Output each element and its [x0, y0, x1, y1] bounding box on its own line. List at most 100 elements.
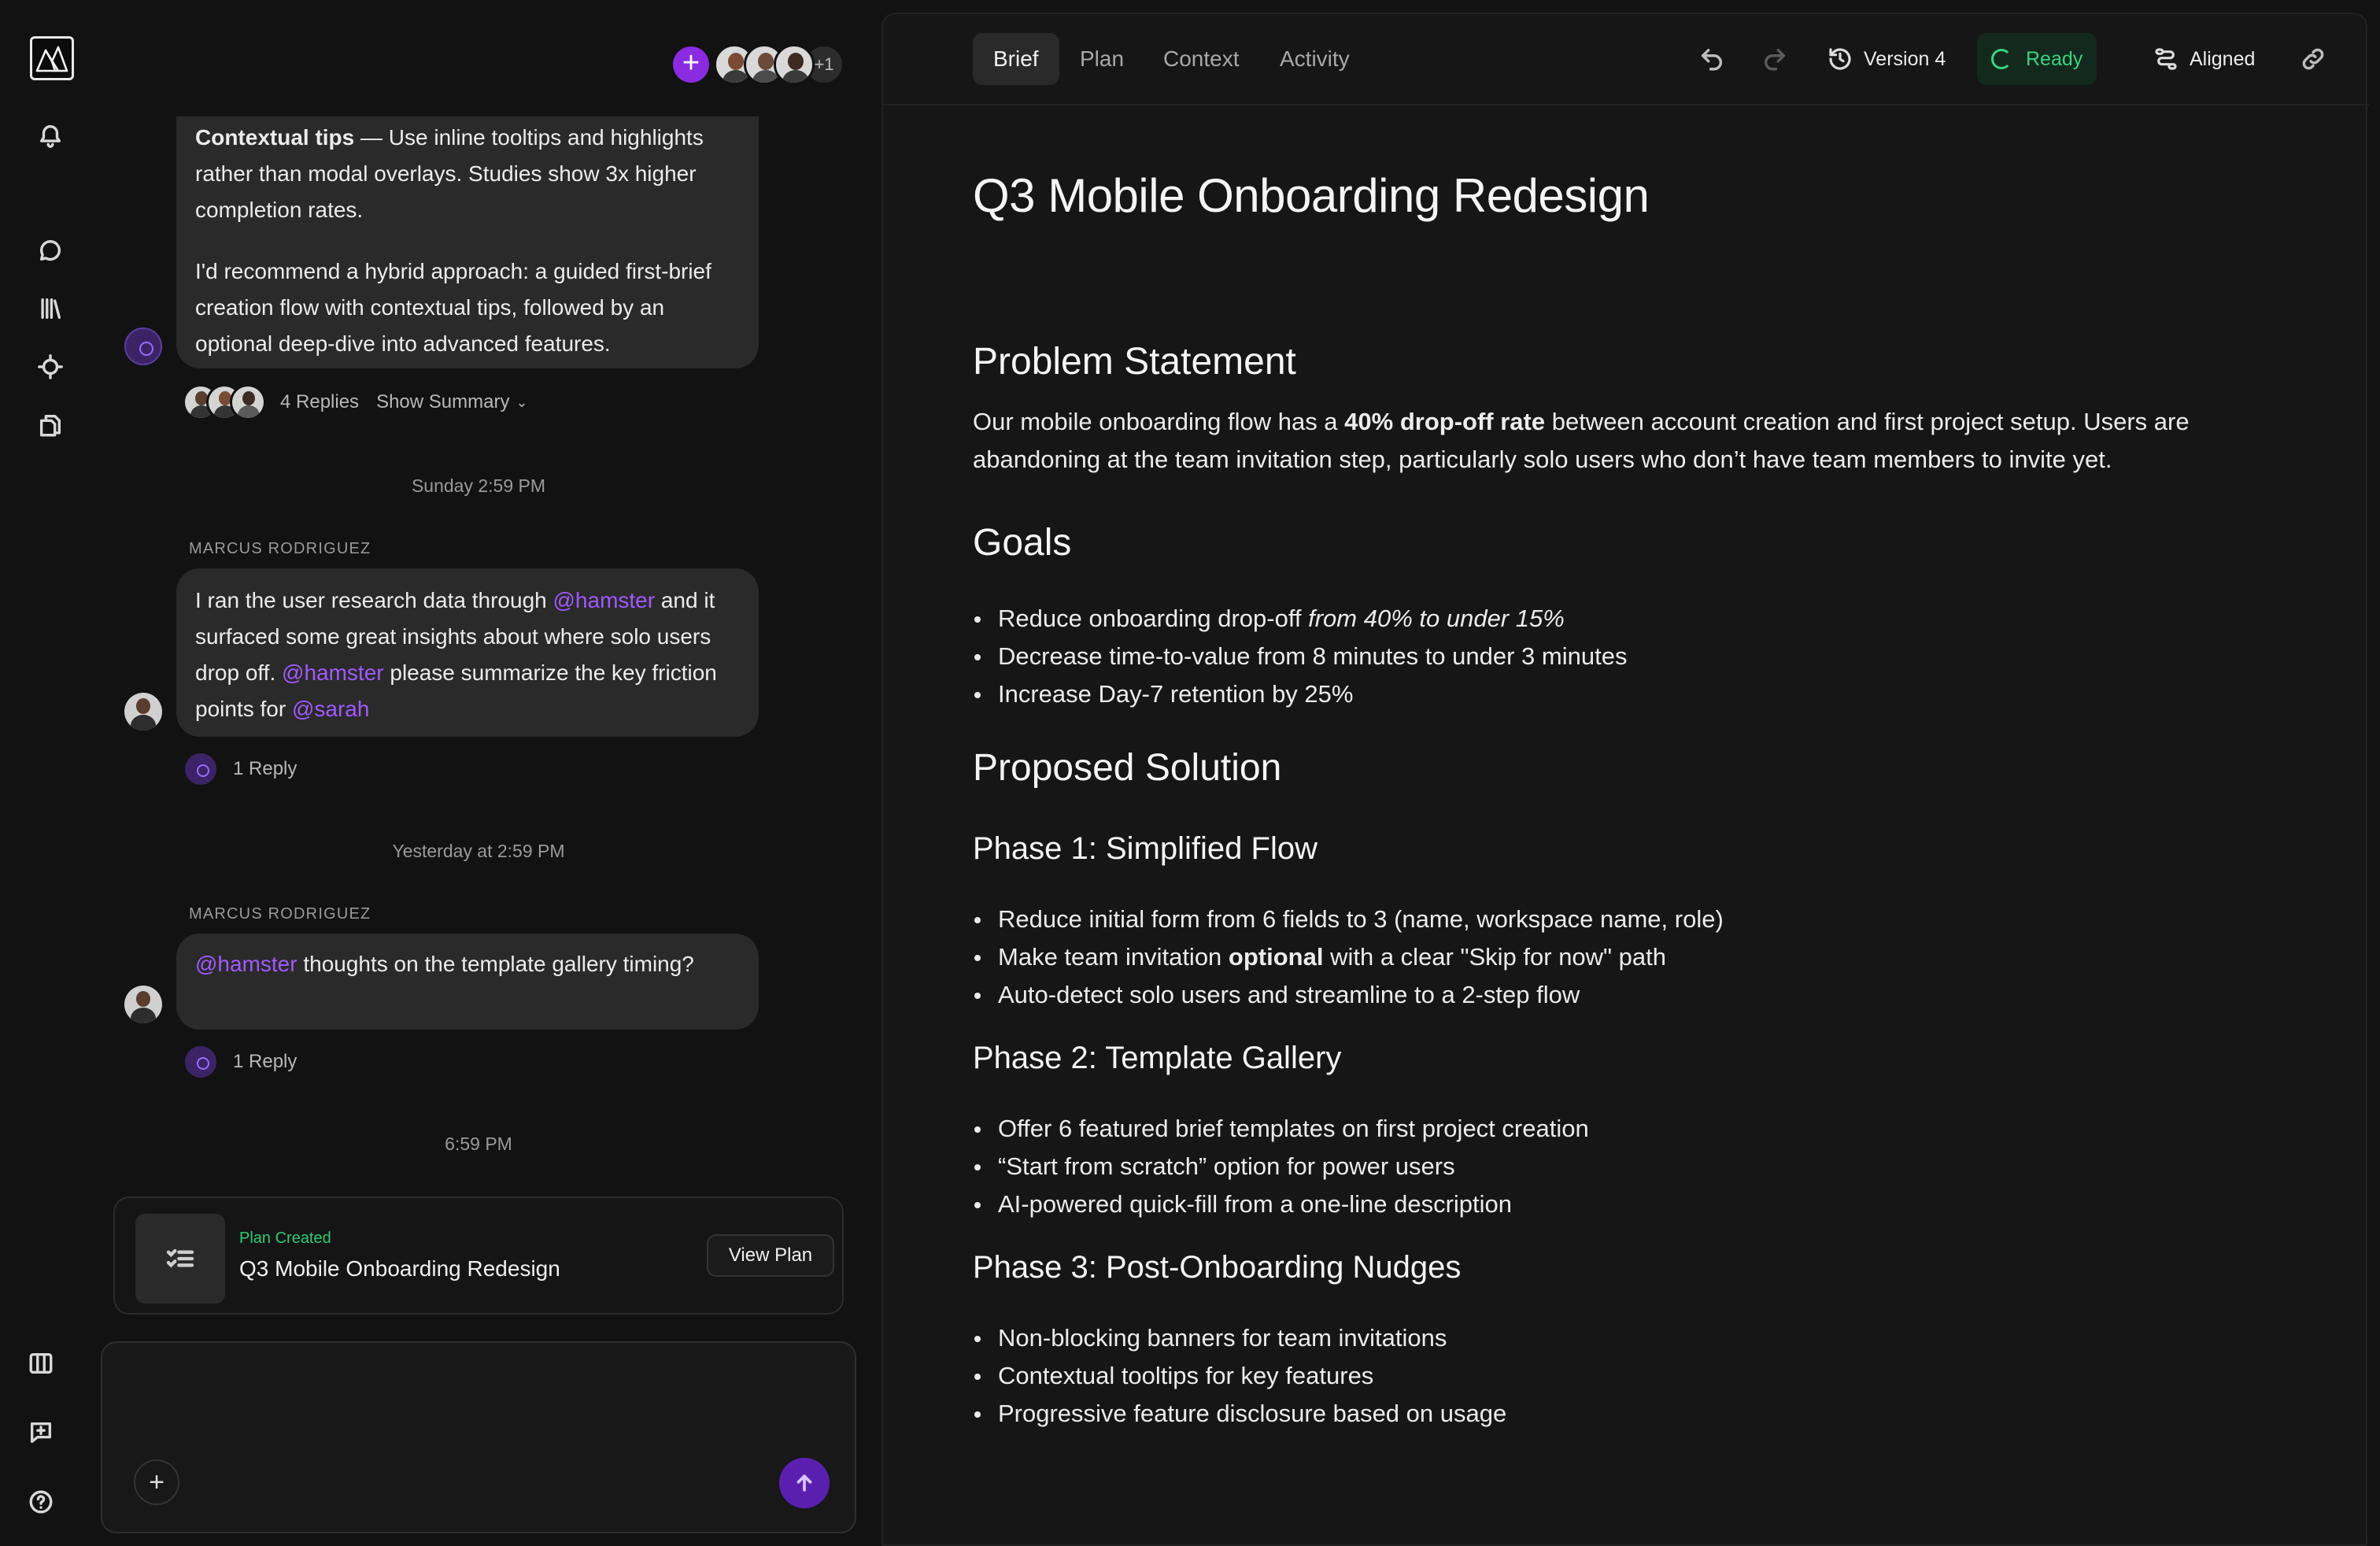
- link-icon[interactable]: [2298, 44, 2328, 74]
- redo-icon[interactable]: [1760, 44, 1790, 74]
- feedback-icon[interactable]: [22, 1414, 60, 1452]
- tab-brief[interactable]: Brief: [973, 33, 1059, 85]
- list-item: Decrease time-to-value from 8 minutes to…: [973, 638, 1627, 675]
- list-item: Non-blocking banners for team invitation…: [973, 1319, 1506, 1357]
- date-divider: 6:59 PM: [445, 1134, 512, 1154]
- section-heading-solution: Proposed Solution: [973, 747, 1282, 789]
- text-run: with a clear "Skip for now" path: [1323, 943, 1667, 971]
- tip-title: Contextual tips: [195, 125, 355, 150]
- collaborator-avatar[interactable]: [774, 44, 815, 85]
- ai-message-bubble: Contextual tips — Use inline tooltips an…: [176, 117, 759, 368]
- phase-1-heading: Phase 1: Simplified Flow: [973, 831, 1318, 866]
- list-item: “Start from scratch” option for power us…: [973, 1148, 1589, 1185]
- phase-3-heading: Phase 3: Post-Onboarding Nudges: [973, 1250, 1462, 1285]
- date-divider: Yesterday at 2:59 PM: [392, 841, 565, 861]
- goals-list: Reduce onboarding drop-off from 40% to u…: [973, 600, 1627, 713]
- problem-statement-text: Our mobile onboarding flow has a 40% dro…: [973, 403, 2311, 479]
- message-text: I ran the user research data through @ha…: [195, 583, 740, 727]
- bell-icon[interactable]: [31, 117, 69, 154]
- undo-icon[interactable]: [1697, 44, 1727, 74]
- mention-hamster[interactable]: @hamster: [282, 660, 384, 685]
- message-composer[interactable]: +: [101, 1341, 856, 1533]
- version-history-button[interactable]: Version 4: [1813, 33, 1960, 85]
- text-run: Make team invitation: [998, 943, 1229, 971]
- status-label: Ready: [2026, 47, 2083, 70]
- user-message-bubble: I ran the user research data through @ha…: [176, 568, 759, 737]
- hamster-ai-avatar: [183, 1044, 219, 1080]
- show-summary-button[interactable]: Show Summary ⌄: [376, 391, 527, 413]
- section-heading-goals: Goals: [973, 522, 1072, 564]
- thread-replies[interactable]: 1 Reply: [183, 1044, 297, 1080]
- columns-icon[interactable]: [22, 1344, 60, 1382]
- chat-bubble-icon[interactable]: [31, 231, 69, 269]
- attach-plus-button[interactable]: +: [134, 1459, 179, 1505]
- phase-2-heading: Phase 2: Template Gallery: [973, 1041, 1342, 1075]
- message-text: @hamster thoughts on the template galler…: [195, 946, 740, 982]
- library-icon[interactable]: [31, 290, 69, 327]
- thread-replies[interactable]: 4 Replies Show Summary ⌄: [183, 384, 528, 420]
- documents-icon[interactable]: [31, 406, 69, 444]
- history-icon: [1829, 48, 1851, 70]
- app-logo[interactable]: [30, 36, 74, 80]
- list-item: Contextual tooltips for key features: [973, 1357, 1506, 1395]
- mention-hamster[interactable]: @hamster: [195, 952, 298, 976]
- view-plan-button[interactable]: View Plan: [707, 1234, 834, 1277]
- phase-3-list: Non-blocking banners for team invitation…: [973, 1319, 1506, 1433]
- user-message-bubble: @hamster thoughts on the template galler…: [176, 934, 759, 1030]
- replies-count[interactable]: 4 Replies: [280, 391, 359, 413]
- date-divider: Sunday 2:59 PM: [411, 475, 546, 496]
- collaborators[interactable]: + +1: [673, 44, 844, 85]
- marcus-avatar: [124, 693, 162, 730]
- plan-created-label: Plan Created: [239, 1230, 331, 1247]
- list-item: Auto-detect solo users and streamline to…: [973, 976, 1724, 1014]
- list-item: Increase Day-7 retention by 25%: [973, 675, 1627, 713]
- list-item: Progressive feature disclosure based on …: [973, 1395, 1506, 1433]
- checklist-icon: [135, 1214, 225, 1304]
- sender-name: MARCUS RODRIGUEZ: [189, 540, 371, 557]
- message-paragraph: I'd recommend a hybrid approach: a guide…: [195, 259, 711, 356]
- plan-title: Q3 Mobile Onboarding Redesign: [239, 1256, 560, 1281]
- plan-created-card[interactable]: Plan Created Q3 Mobile Onboarding Redesi…: [113, 1196, 844, 1315]
- send-button[interactable]: [779, 1458, 830, 1508]
- replies-count[interactable]: 1 Reply: [233, 758, 297, 780]
- message-paragraph: Contextual tips — Use inline tooltips an…: [195, 120, 740, 228]
- help-icon[interactable]: [22, 1483, 60, 1521]
- chevron-down-icon: ⌄: [516, 394, 528, 410]
- text-run: thoughts on the template gallery timing?: [297, 952, 694, 976]
- section-heading-problem: Problem Statement: [973, 341, 1296, 383]
- dropoff-rate-highlight: 40% drop-off rate: [1344, 408, 1546, 435]
- status-badge[interactable]: Ready: [1977, 33, 2097, 85]
- thread-replies[interactable]: 1 Reply: [183, 751, 297, 787]
- add-collaborator-button[interactable]: +: [673, 46, 709, 83]
- tab-activity[interactable]: Activity: [1259, 33, 1370, 85]
- replies-count[interactable]: 1 Reply: [233, 1051, 297, 1073]
- target-icon[interactable]: [31, 348, 69, 386]
- list-item: AI-powered quick-fill from a one-line de…: [973, 1185, 1589, 1223]
- mention-sarah[interactable]: @sarah: [292, 697, 369, 721]
- marcus-avatar: [124, 986, 162, 1023]
- alignment-label: Aligned: [2190, 47, 2256, 70]
- tab-plan[interactable]: Plan: [1059, 33, 1144, 85]
- tab-context[interactable]: Context: [1143, 33, 1260, 85]
- show-summary-label: Show Summary: [376, 391, 510, 412]
- arrow-up-icon: [796, 1474, 812, 1492]
- progress-ring-icon: [1991, 49, 2012, 69]
- chat-panel: + +1 Contextual tips — Use inline toolti…: [101, 0, 856, 1546]
- align-route-icon: [2155, 48, 2177, 70]
- sender-name: MARCUS RODRIGUEZ: [189, 905, 371, 923]
- alignment-button[interactable]: Aligned: [2139, 33, 2269, 85]
- brief-document-panel: Brief Plan Context Activity Version 4 Re…: [881, 13, 2369, 1546]
- left-rail: [0, 0, 101, 1546]
- version-label: Version 4: [1864, 47, 1946, 70]
- mention-hamster[interactable]: @hamster: [553, 588, 656, 612]
- hamster-ai-avatar: [183, 751, 219, 787]
- optional-emphasis: optional: [1228, 943, 1324, 971]
- list-item: Reduce onboarding drop-off from 40% to u…: [973, 600, 1627, 638]
- document-toolbar: Brief Plan Context Activity Version 4 Re…: [883, 14, 2369, 105]
- list-item: Offer 6 featured brief templates on firs…: [973, 1110, 1589, 1148]
- document-title: Q3 Mobile Onboarding Redesign: [973, 169, 1650, 222]
- phase-1-list: Reduce initial form from 6 fields to 3 (…: [973, 901, 1724, 1014]
- replier-avatar: [230, 384, 266, 420]
- goal-target-emphasis: from 40% to under 15%: [1308, 605, 1565, 632]
- phase-2-list: Offer 6 featured brief templates on firs…: [973, 1110, 1589, 1223]
